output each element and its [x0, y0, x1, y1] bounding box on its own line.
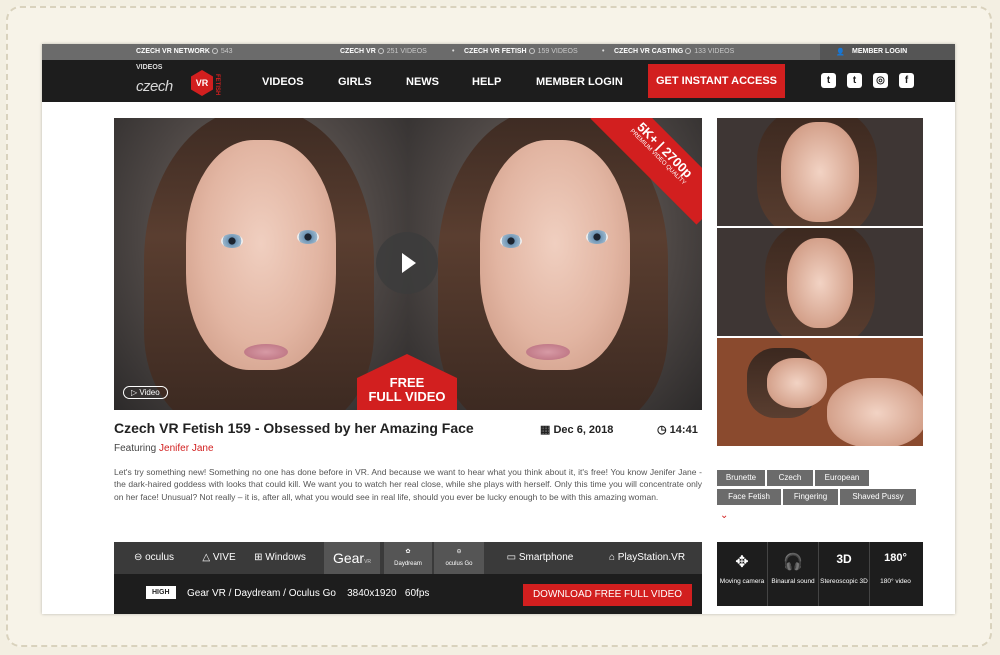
logo-fetish-text: FETISH [214, 74, 220, 96]
tag-fingering[interactable]: Fingering [783, 489, 838, 505]
vr-left-eye-frame [114, 118, 408, 410]
play-circle-icon [211, 48, 218, 54]
nav-girls[interactable]: GIRLS [338, 76, 372, 88]
download-info: Gear VR / Daydream / Oculus Go 3840x1920… [187, 588, 430, 599]
member-login-label: MEMBER LOGIN [852, 48, 908, 55]
vive-icon[interactable]: △ VIVE [190, 542, 248, 574]
casting-link[interactable]: CZECH VR CASTING 133 VIDEOS [614, 48, 734, 55]
moving-camera-feature: ✥ Moving camera [717, 542, 768, 606]
tag-czech[interactable]: Czech [767, 470, 813, 486]
nav-news[interactable]: NEWS [406, 76, 439, 88]
nav-videos[interactable]: VIDEOS [262, 76, 304, 88]
network-bar: CZECH VR NETWORK 543 CZECH VR 251 VIDEOS… [42, 44, 955, 60]
czechvr-link[interactable]: CZECH VR 251 VIDEOS [340, 48, 427, 55]
separator-dot: • [602, 48, 605, 55]
180-video-feature: 180° 180° video [870, 542, 921, 606]
binaural-sound-feature: 🎧 Binaural sound [768, 542, 819, 606]
tag-brunette[interactable]: Brunette [717, 470, 765, 486]
facebook-icon[interactable]: f [899, 73, 914, 88]
logo-czech-text: czech [136, 78, 173, 95]
video-mode-button[interactable]: ▷ Video [123, 386, 168, 399]
logo-vr-hexagon: VR [191, 70, 213, 96]
nav-help[interactable]: HELP [472, 76, 501, 88]
separator-dot: • [452, 48, 455, 55]
thumbnail-1[interactable] [717, 118, 923, 226]
video-title: Czech VR Fetish 159 - Obsessed by her Am… [114, 420, 474, 436]
stereoscopic-feature: 3D Stereoscopic 3D [819, 542, 870, 606]
playstation-icon[interactable]: ⌂ PlayStation.VR [594, 542, 700, 574]
windows-icon[interactable]: ⊞ Windows [248, 542, 312, 574]
tag-shaved-pussy[interactable]: Shaved Pussy [840, 489, 916, 505]
clock-icon: ◷ [657, 424, 667, 436]
calendar-icon: ▦ [540, 424, 551, 436]
tag-face-fetish[interactable]: Face Fetish [717, 489, 781, 505]
gearvr-icon[interactable]: GearVR [324, 542, 380, 574]
site-logo[interactable]: VIDEOS czech VR FETISH [136, 64, 222, 98]
logo-videos-text: VIDEOS [136, 64, 163, 71]
quality-label[interactable]: HIGH [146, 586, 176, 599]
oculus-icon[interactable]: ⊖ oculus [120, 542, 188, 574]
180-icon: 180° [884, 552, 907, 564]
play-circle-icon [377, 48, 384, 54]
headphones-icon: 🎧 [783, 554, 803, 571]
user-icon: 👤 [836, 49, 845, 56]
features-panel: ✥ Moving camera 🎧 Binaural sound 3D Ster… [717, 542, 923, 606]
tag-european[interactable]: European [815, 470, 869, 486]
web-page: CZECH VR NETWORK 543 CZECH VR 251 VIDEOS… [42, 44, 955, 614]
main-nav: VIDEOS czech VR FETISH VIDEOS GIRLS NEWS… [42, 60, 955, 102]
play-button[interactable] [376, 232, 438, 294]
get-access-button[interactable]: GET INSTANT ACCESS [648, 64, 785, 98]
device-bar: ⊖ oculus △ VIVE ⊞ Windows GearVR ✿ Daydre… [114, 542, 702, 574]
video-duration: ◷ 14:41 [657, 424, 698, 436]
model-link[interactable]: Jenifer Jane [159, 443, 213, 454]
thumbnail-3[interactable] [717, 338, 923, 446]
featuring-line: Featuring Jenifer Jane [114, 443, 214, 454]
nav-member-login[interactable]: MEMBER LOGIN [536, 76, 623, 88]
video-player[interactable]: 5K+ | 2700p PREMIUM VIDEO QUALITY FREE FU… [114, 118, 702, 410]
twitter-icon[interactable]: t [821, 73, 836, 88]
release-date: ▦ Dec 6, 2018 [540, 424, 614, 436]
tumblr-icon[interactable]: t [847, 73, 862, 88]
network-link[interactable]: CZECH VR NETWORK 543 [136, 48, 233, 55]
fetish-link[interactable]: CZECH VR FETISH 159 VIDEOS [464, 48, 578, 55]
download-row: HIGH Gear VR / Daydream / Oculus Go 3840… [114, 574, 702, 614]
video-description: Let's try something new! Something no on… [114, 467, 702, 502]
3d-icon: 3D [836, 552, 852, 566]
daydream-icon[interactable]: ✿ Daydream [384, 542, 432, 574]
move-icon: ✥ [735, 554, 749, 571]
smartphone-icon[interactable]: ▭ Smartphone [490, 542, 590, 574]
play-circle-icon [528, 48, 535, 54]
download-free-button[interactable]: DOWNLOAD FREE FULL VIDEO [523, 584, 692, 606]
play-circle-icon [685, 48, 692, 54]
chevron-down-icon[interactable]: ⌄ [720, 510, 728, 521]
thumbnail-2[interactable] [717, 228, 923, 336]
member-login-top[interactable]: 👤 MEMBER LOGIN [820, 44, 955, 60]
oculus-go-icon[interactable]: ⊖ oculus Go [434, 542, 484, 574]
instagram-icon[interactable]: ◎ [873, 73, 888, 88]
